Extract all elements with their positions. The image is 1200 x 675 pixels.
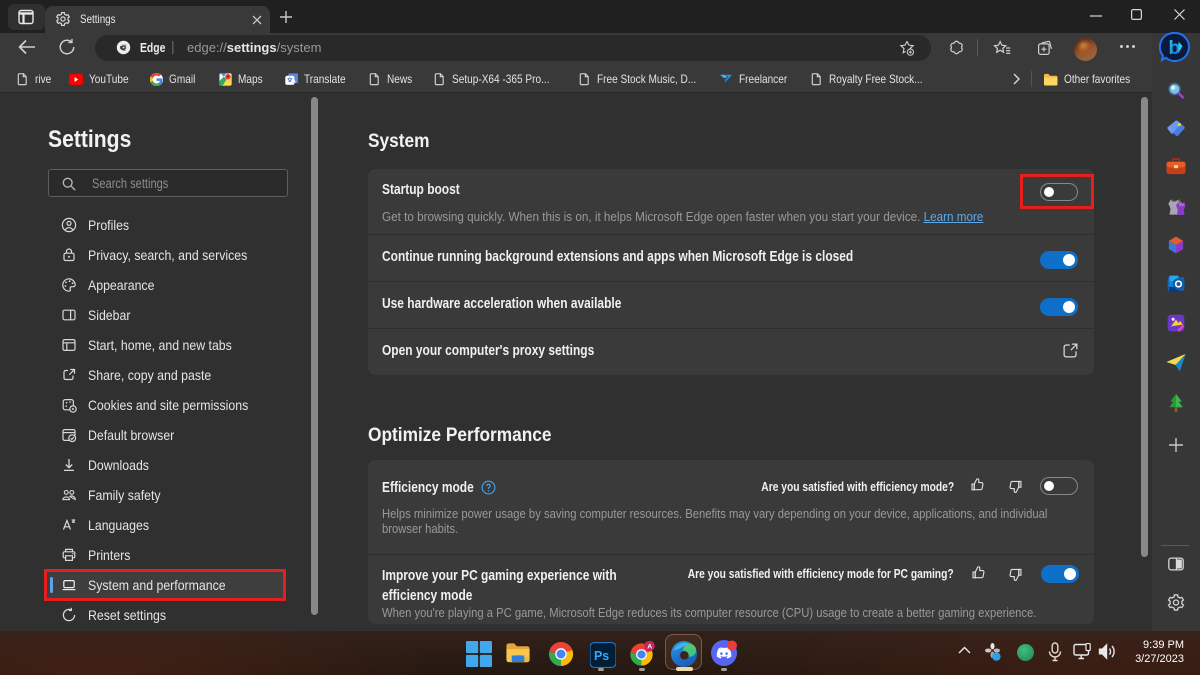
svg-text:A: A	[647, 644, 652, 651]
svg-text:Ps: Ps	[594, 649, 609, 663]
svg-text:b: b	[1169, 38, 1181, 59]
